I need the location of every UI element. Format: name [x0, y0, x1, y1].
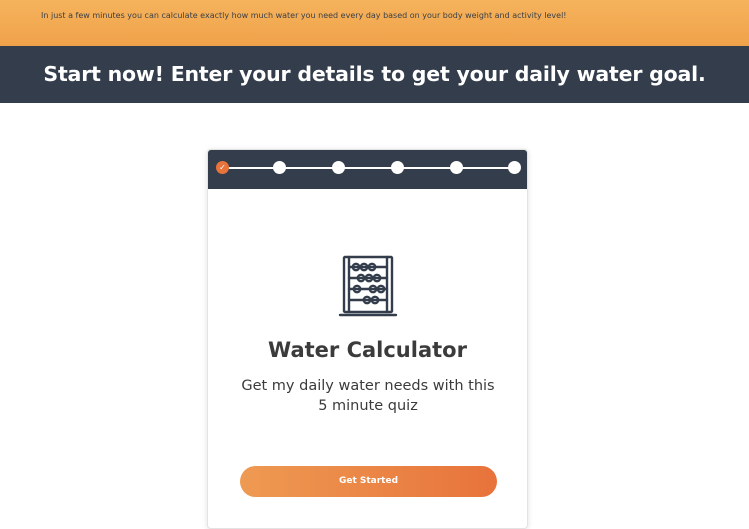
- get-started-button[interactable]: Get Started: [240, 466, 497, 497]
- progress-step-4: [391, 161, 404, 174]
- headline-bar: Start now! Enter your details to get you…: [0, 46, 749, 103]
- headline-text: Start now! Enter your details to get you…: [43, 62, 706, 86]
- progress-step-6: [508, 161, 521, 174]
- banner-text: In just a few minutes you can calculate …: [41, 11, 567, 20]
- progress-step-2: [273, 161, 286, 174]
- progress-header: ✓: [208, 150, 527, 189]
- card-title: Water Calculator: [268, 338, 467, 362]
- check-icon: ✓: [219, 163, 226, 172]
- progress-step-3: [332, 161, 345, 174]
- progress-track: [222, 167, 516, 169]
- card-subtitle: Get my daily water needs with this 5 min…: [241, 378, 495, 414]
- abacus-icon: [338, 255, 398, 317]
- progress-step-1: ✓: [216, 161, 229, 174]
- progress-step-5: [450, 161, 463, 174]
- quiz-card: ✓ Water Calculator Get my daily water ne…: [207, 149, 528, 529]
- top-banner: In just a few minutes you can calculate …: [0, 0, 749, 46]
